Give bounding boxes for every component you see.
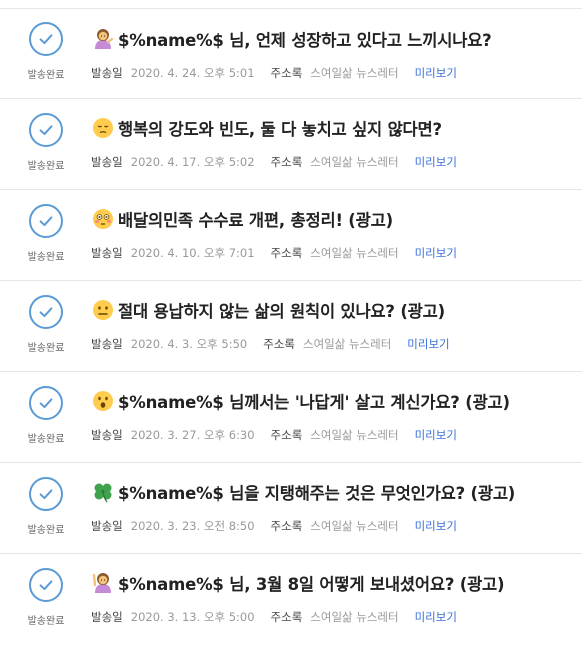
check-circle-icon <box>29 386 63 420</box>
send-date: 2020. 4. 17. 오후 5:02 <box>130 155 255 169</box>
address-key: 주소록 <box>270 519 303 533</box>
meta: 발송일 2020. 3. 23. 오전 8:50 주소록 스여일삶 뉴스레터 미… <box>91 518 572 534</box>
list-item[interactable]: 발송완료 $%name%$ 님을 지탱해주는 것은 무엇인가요? (광고) 발송… <box>0 463 582 554</box>
pensive-face-emoji-icon <box>91 116 115 140</box>
status-label: 발송완료 <box>27 434 65 445</box>
subject[interactable]: $%name%$ 님, 언제 성장하고 있다고 느끼시나요? <box>91 27 572 51</box>
subject-text: $%name%$ 님께서는 '나답게' 살고 계신가요? (광고) <box>118 393 510 412</box>
meta: 발송일 2020. 4. 17. 오후 5:02 주소록 스여일삶 뉴스레터 미… <box>91 154 572 170</box>
woman-tipping-hand-emoji-icon <box>91 27 115 51</box>
item-content: $%name%$ 님, 언제 성장하고 있다고 느끼시나요? 발송일 2020.… <box>91 27 572 81</box>
date-key: 발송일 <box>91 519 123 533</box>
list-item[interactable]: 발송완료 $%name%$ 님께서는 '나답게' 살고 계신가요? (광고) 발… <box>0 372 582 463</box>
check-circle-icon <box>29 113 63 147</box>
date-key: 발송일 <box>91 610 123 624</box>
address-key: 주소록 <box>270 155 303 169</box>
status: 발송완료 <box>22 386 70 445</box>
neutral-face-emoji-icon <box>91 298 115 322</box>
send-date: 2020. 4. 24. 오후 5:01 <box>130 66 255 80</box>
check-circle-icon <box>29 295 63 329</box>
list-item[interactable]: 발송완료 $%name%$ 님, 3월 8일 어떻게 보내셨어요? (광고) 발… <box>0 554 582 645</box>
status: 발송완료 <box>22 22 70 81</box>
send-date: 2020. 3. 13. 오후 5:00 <box>130 610 255 624</box>
subject-text: 행복의 강도와 빈도, 둘 다 놓치고 싶지 않다면? <box>118 120 442 139</box>
subject-text: $%name%$ 님을 지탱해주는 것은 무엇인가요? (광고) <box>118 484 516 503</box>
check-circle-icon <box>29 204 63 238</box>
subject[interactable]: 배달의민족 수수료 개편, 총정리! (광고) <box>91 207 572 231</box>
status: 발송완료 <box>22 204 70 263</box>
address-book: 스여일삶 뉴스레터 <box>310 428 399 442</box>
preview-link[interactable]: 미리보기 <box>415 609 457 625</box>
item-content: 절대 용납하지 않는 삶의 원칙이 있나요? (광고) 발송일 2020. 4.… <box>91 298 572 352</box>
send-date: 2020. 3. 27. 오후 6:30 <box>130 428 255 442</box>
item-content: $%name%$ 님, 3월 8일 어떻게 보내셨어요? (광고) 발송일 20… <box>91 571 572 625</box>
four-leaf-clover-emoji-icon <box>91 480 115 504</box>
address-key: 주소록 <box>270 610 303 624</box>
preview-link[interactable]: 미리보기 <box>415 518 457 534</box>
address-book: 스여일삶 뉴스레터 <box>310 610 399 624</box>
address-key: 주소록 <box>270 428 303 442</box>
meta: 발송일 2020. 4. 3. 오후 5:50 주소록 스여일삶 뉴스레터 미리… <box>91 336 572 352</box>
woman-raising-hand-emoji-icon <box>91 571 115 595</box>
send-date: 2020. 4. 10. 오후 7:01 <box>130 246 255 260</box>
status-label: 발송완료 <box>27 161 65 172</box>
status: 발송완료 <box>22 568 70 627</box>
address-book: 스여일삶 뉴스레터 <box>310 519 399 533</box>
address-key: 주소록 <box>270 246 303 260</box>
status: 발송완료 <box>22 477 70 536</box>
preview-link[interactable]: 미리보기 <box>415 65 457 81</box>
subject-text: $%name%$ 님, 3월 8일 어떻게 보내셨어요? (광고) <box>118 575 505 594</box>
date-key: 발송일 <box>91 155 123 169</box>
preview-link[interactable]: 미리보기 <box>415 427 457 443</box>
subject[interactable]: $%name%$ 님께서는 '나답게' 살고 계신가요? (광고) <box>91 389 572 413</box>
date-key: 발송일 <box>91 66 123 80</box>
list-item[interactable]: 발송완료 배달의민족 수수료 개편, 총정리! (광고) 발송일 2020. 4… <box>0 190 582 281</box>
preview-link[interactable]: 미리보기 <box>415 245 457 261</box>
meta: 발송일 2020. 3. 27. 오후 6:30 주소록 스여일삶 뉴스레터 미… <box>91 427 572 443</box>
subject[interactable]: 절대 용납하지 않는 삶의 원칙이 있나요? (광고) <box>91 298 572 322</box>
status-label: 발송완료 <box>27 616 65 627</box>
check-circle-icon <box>29 22 63 56</box>
list-item[interactable]: 발송완료 절대 용납하지 않는 삶의 원칙이 있나요? (광고) 발송일 202… <box>0 281 582 372</box>
address-book: 스여일삶 뉴스레터 <box>310 246 399 260</box>
address-key: 주소록 <box>270 66 303 80</box>
address-key: 주소록 <box>263 337 295 351</box>
meta: 발송일 2020. 4. 10. 오후 7:01 주소록 스여일삶 뉴스레터 미… <box>91 245 572 261</box>
send-date: 2020. 3. 23. 오전 8:50 <box>130 519 255 533</box>
status-label: 발송완료 <box>27 252 65 263</box>
date-key: 발송일 <box>91 246 123 260</box>
list-item[interactable]: 발송완료 $%name%$ 님, 언제 성장하고 있다고 느끼시나요? 발송일 … <box>0 0 582 99</box>
preview-link[interactable]: 미리보기 <box>415 154 457 170</box>
newsletter-list: 발송완료 $%name%$ 님, 언제 성장하고 있다고 느끼시나요? 발송일 … <box>0 0 582 645</box>
status-label: 발송완료 <box>27 525 65 536</box>
status-label: 발송완료 <box>27 343 65 354</box>
subject[interactable]: $%name%$ 님, 3월 8일 어떻게 보내셨어요? (광고) <box>91 571 572 595</box>
preview-link[interactable]: 미리보기 <box>407 336 449 352</box>
status: 발송완료 <box>22 113 70 172</box>
subject[interactable]: 행복의 강도와 빈도, 둘 다 놓치고 싶지 않다면? <box>91 116 572 140</box>
subject-text: 배달의민족 수수료 개편, 총정리! (광고) <box>118 211 393 230</box>
list-item[interactable]: 발송완료 행복의 강도와 빈도, 둘 다 놓치고 싶지 않다면? 발송일 202… <box>0 99 582 190</box>
date-key: 발송일 <box>91 428 123 442</box>
send-date: 2020. 4. 3. 오후 5:50 <box>130 337 248 351</box>
address-book: 스여일삶 뉴스레터 <box>310 155 399 169</box>
item-content: 배달의민족 수수료 개편, 총정리! (광고) 발송일 2020. 4. 10.… <box>91 207 572 261</box>
subject-text: 절대 용납하지 않는 삶의 원칙이 있나요? (광고) <box>118 302 445 321</box>
flushed-face-emoji-icon <box>91 207 115 231</box>
subject-text: $%name%$ 님, 언제 성장하고 있다고 느끼시나요? <box>118 31 492 50</box>
address-book: 스여일삶 뉴스레터 <box>302 337 392 351</box>
meta: 발송일 2020. 4. 24. 오후 5:01 주소록 스여일삶 뉴스레터 미… <box>91 65 572 81</box>
check-circle-icon <box>29 568 63 602</box>
address-book: 스여일삶 뉴스레터 <box>310 66 399 80</box>
date-key: 발송일 <box>91 337 123 351</box>
item-content: $%name%$ 님께서는 '나답게' 살고 계신가요? (광고) 발송일 20… <box>91 389 572 443</box>
meta: 발송일 2020. 3. 13. 오후 5:00 주소록 스여일삶 뉴스레터 미… <box>91 609 572 625</box>
status: 발송완료 <box>22 295 70 354</box>
check-circle-icon <box>29 477 63 511</box>
status-label: 발송완료 <box>27 70 65 81</box>
subject[interactable]: $%name%$ 님을 지탱해주는 것은 무엇인가요? (광고) <box>91 480 572 504</box>
item-content: 행복의 강도와 빈도, 둘 다 놓치고 싶지 않다면? 발송일 2020. 4.… <box>91 116 572 170</box>
surprised-face-emoji-icon <box>91 389 115 413</box>
item-content: $%name%$ 님을 지탱해주는 것은 무엇인가요? (광고) 발송일 202… <box>91 480 572 534</box>
